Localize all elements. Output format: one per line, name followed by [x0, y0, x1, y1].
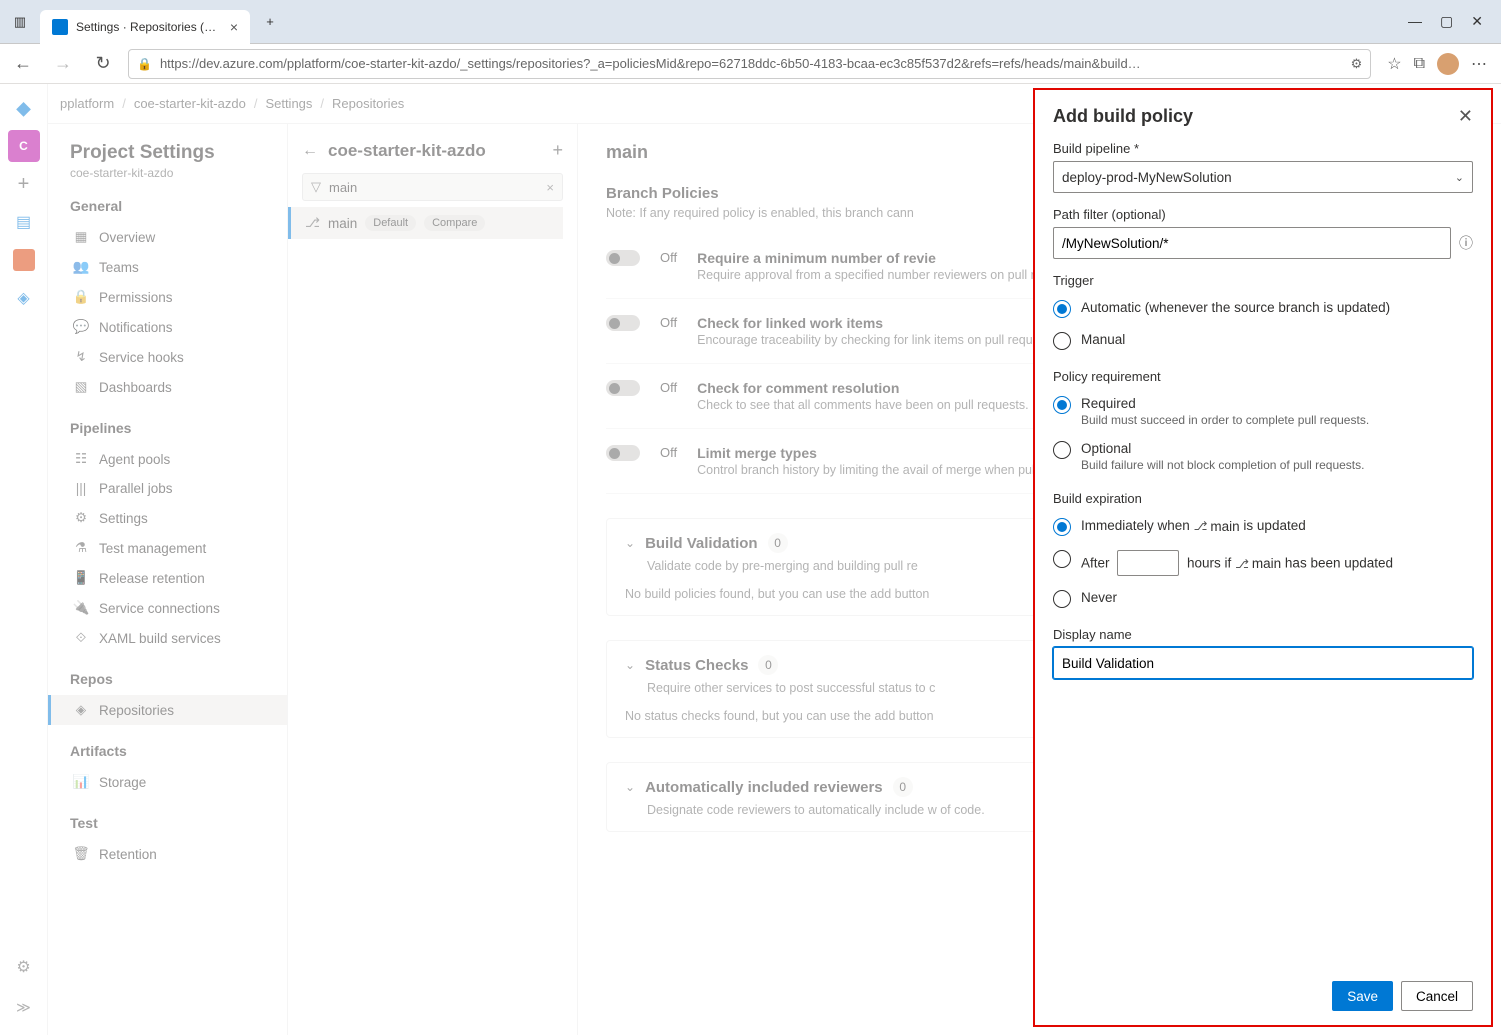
path-filter-label: Path filter (optional): [1053, 207, 1473, 222]
build-pipeline-select[interactable]: deploy-prod-MyNewSolution ⌄: [1053, 161, 1473, 193]
panel-title: Add build policy: [1053, 106, 1458, 127]
info-icon[interactable]: ⓘ: [1459, 233, 1473, 253]
branch-icon: ⎇: [1194, 519, 1208, 533]
url-bar[interactable]: 🔒 https://dev.azure.com/pplatform/coe-st…: [128, 49, 1371, 79]
radio-label: Manual: [1081, 332, 1125, 347]
radio-optional[interactable]: Optional Build failure will not block co…: [1053, 434, 1473, 479]
radio-expire-never[interactable]: Never: [1053, 583, 1473, 615]
url-text: https://dev.azure.com/pplatform/coe-star…: [160, 56, 1343, 71]
azure-devops-favicon: [52, 19, 68, 35]
back-button[interactable]: ←: [8, 49, 38, 79]
radio-help-text: Build failure will not block completion …: [1081, 458, 1364, 472]
forward-button[interactable]: →: [48, 49, 78, 79]
radio-label: Optional: [1081, 441, 1364, 456]
window-maximize-button[interactable]: ▢: [1440, 13, 1453, 30]
radio-help-text: Build must succeed in order to complete …: [1081, 413, 1369, 427]
tab-actions-button[interactable]: ▥: [8, 10, 32, 34]
new-tab-button[interactable]: +: [258, 10, 282, 34]
radio-indicator: [1053, 300, 1071, 318]
radio-trigger-automatic[interactable]: Automatic (whenever the source branch is…: [1053, 293, 1473, 325]
radio-required[interactable]: Required Build must succeed in order to …: [1053, 389, 1473, 434]
branch-icon: ⎇: [1235, 557, 1249, 571]
radio-indicator: [1053, 518, 1071, 536]
chevron-down-icon: ⌄: [1455, 171, 1464, 184]
browser-tab-active[interactable]: Settings · Repositories (coe-start… ×: [40, 10, 250, 44]
radio-label: Never: [1081, 590, 1117, 605]
tab-close-button[interactable]: ×: [230, 19, 238, 35]
select-value: deploy-prod-MyNewSolution: [1062, 170, 1232, 185]
browser-tab-strip: ▥ Settings · Repositories (coe-start… × …: [0, 0, 1501, 44]
favorites-button[interactable]: ☆: [1387, 54, 1401, 74]
refresh-button[interactable]: ↻: [88, 49, 118, 79]
radio-indicator: [1053, 396, 1071, 414]
radio-label: Required: [1081, 396, 1369, 411]
display-name-label: Display name: [1053, 627, 1473, 642]
panel-close-button[interactable]: ✕: [1458, 106, 1473, 127]
build-pipeline-label: Build pipeline *: [1053, 141, 1473, 156]
window-close-button[interactable]: ✕: [1471, 13, 1483, 30]
radio-indicator: [1053, 590, 1071, 608]
path-filter-input[interactable]: [1053, 227, 1451, 259]
add-build-policy-panel: Add build policy ✕ Build pipeline * depl…: [1033, 88, 1493, 1027]
site-settings-icon[interactable]: ⚙: [1351, 56, 1363, 72]
radio-label: Automatic (whenever the source branch is…: [1081, 300, 1390, 315]
expire-hours-input[interactable]: [1117, 550, 1179, 576]
radio-indicator: [1053, 550, 1071, 568]
policy-requirement-label: Policy requirement: [1053, 369, 1473, 384]
collections-button[interactable]: ⧉: [1414, 55, 1425, 73]
radio-trigger-manual[interactable]: Manual: [1053, 325, 1473, 357]
radio-expire-immediately[interactable]: Immediately when ⎇main is updated: [1053, 511, 1473, 543]
display-name-input[interactable]: [1053, 647, 1473, 679]
profile-avatar[interactable]: [1437, 53, 1459, 75]
cancel-button[interactable]: Cancel: [1401, 981, 1473, 1011]
radio-indicator: [1053, 332, 1071, 350]
site-info-icon[interactable]: 🔒: [137, 57, 152, 71]
tab-title: Settings · Repositories (coe-start…: [76, 20, 222, 34]
save-button[interactable]: Save: [1332, 981, 1393, 1011]
build-expiration-label: Build expiration: [1053, 491, 1473, 506]
radio-label: After hours if ⎇main has been updated: [1081, 550, 1393, 576]
radio-label: Immediately when ⎇main is updated: [1081, 518, 1306, 534]
trigger-label: Trigger: [1053, 273, 1473, 288]
radio-indicator: [1053, 441, 1071, 459]
radio-expire-after[interactable]: After hours if ⎇main has been updated: [1053, 543, 1473, 583]
window-minimize-button[interactable]: —: [1408, 13, 1422, 30]
browser-toolbar: ← → ↻ 🔒 https://dev.azure.com/pplatform/…: [0, 44, 1501, 84]
browser-menu-button[interactable]: ⋯: [1471, 54, 1487, 74]
